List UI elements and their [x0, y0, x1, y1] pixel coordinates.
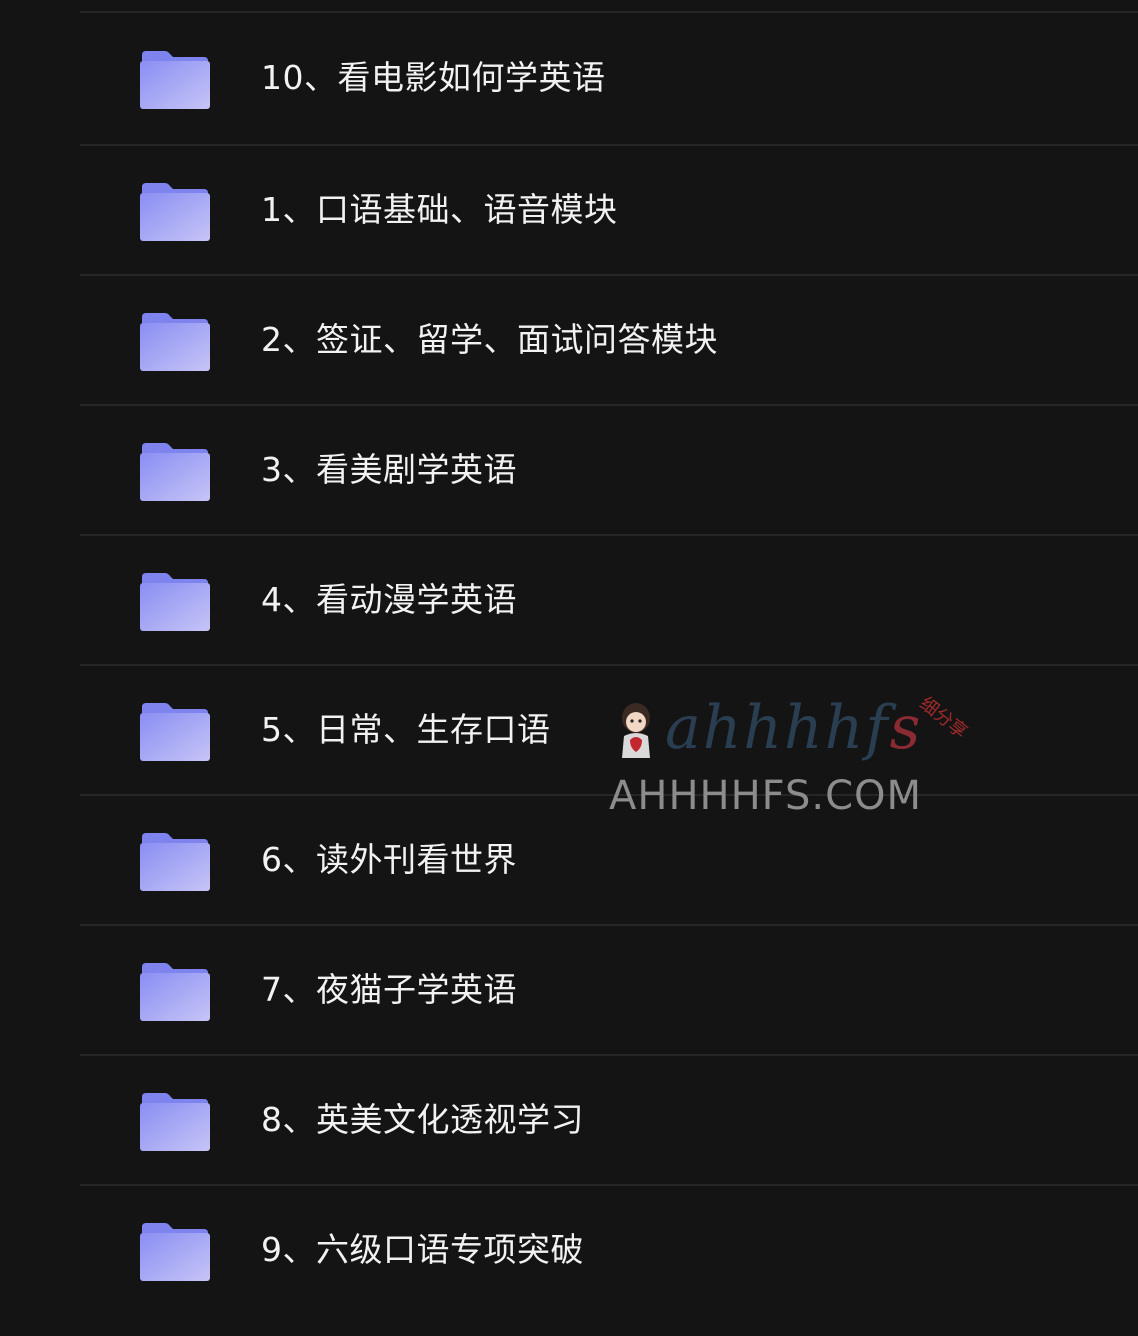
folder-name: 3、看美剧学英语: [261, 450, 517, 489]
folder-icon: [140, 963, 210, 1021]
folder-list: 10、看电影如何学英语 1、口语基础、语音模块 2、签证、留学、面试问答模块 3…: [0, 0, 1138, 1336]
folder-name: 8、英美文化透视学习: [261, 1100, 584, 1139]
folder-row[interactable]: 3、看美剧学英语: [80, 406, 1138, 534]
folder-row[interactable]: 4、看动漫学英语: [80, 536, 1138, 664]
folder-icon: [140, 51, 210, 109]
folder-icon: [140, 1223, 210, 1281]
folder-name: 6、读外刊看世界: [261, 840, 517, 879]
folder-name: 7、夜猫子学英语: [261, 970, 517, 1009]
folder-icon: [140, 833, 210, 891]
folder-name: 4、看动漫学英语: [261, 580, 517, 619]
folder-icon: [140, 443, 210, 501]
folder-row[interactable]: 6、读外刊看世界: [80, 796, 1138, 924]
folder-icon: [140, 183, 210, 241]
folder-name: 2、签证、留学、面试问答模块: [261, 320, 718, 359]
folder-icon: [140, 573, 210, 631]
folder-row[interactable]: 9、六级口语专项突破: [80, 1186, 1138, 1314]
folder-row[interactable]: 7、夜猫子学英语: [80, 926, 1138, 1054]
folder-icon: [140, 313, 210, 371]
folder-name: 1、口语基础、语音模块: [261, 190, 618, 229]
folder-name: 9、六级口语专项突破: [261, 1230, 584, 1269]
folder-row[interactable]: 2、签证、留学、面试问答模块: [80, 276, 1138, 404]
folder-row[interactable]: 8、英美文化透视学习: [80, 1056, 1138, 1184]
folder-row[interactable]: 10、看电影如何学英语: [80, 14, 1138, 142]
folder-icon: [140, 1093, 210, 1151]
divider: [80, 11, 1138, 13]
folder-row[interactable]: 1、口语基础、语音模块: [80, 146, 1138, 274]
folder-row[interactable]: 5、日常、生存口语: [80, 666, 1138, 794]
folder-name: 5、日常、生存口语: [261, 710, 551, 749]
folder-name: 10、看电影如何学英语: [261, 58, 606, 97]
folder-icon: [140, 703, 210, 761]
